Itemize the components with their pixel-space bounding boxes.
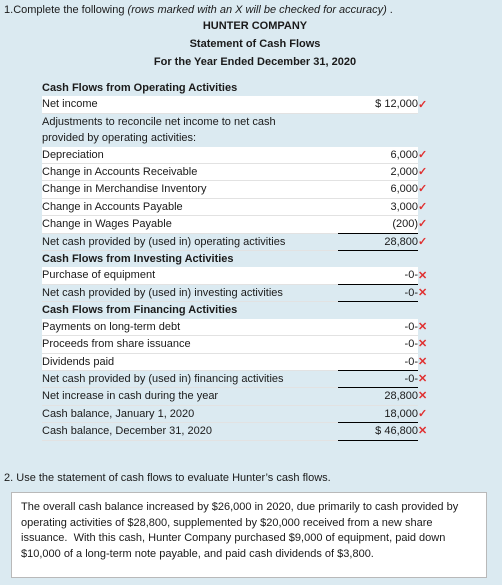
statement-row: Cash balance, January 1, 2020 18,000 ✓	[42, 405, 488, 424]
x-icon: ✕	[418, 320, 428, 333]
answer-text: The overall cash balance increased by $2…	[21, 501, 462, 560]
check-icon: ✓	[418, 200, 428, 213]
x-icon: ✕	[418, 390, 428, 403]
question-1-trailing: .	[386, 4, 393, 16]
question-1-prompt: 1.Complete the following (rows marked wi…	[4, 4, 393, 16]
row-value-cell[interactable]: $ 12,000	[338, 96, 418, 114]
x-icon: ✕	[418, 355, 428, 368]
row-label: Depreciation	[42, 146, 338, 165]
row-label: Cash balance, January 1, 2020	[42, 405, 338, 424]
question-1-italic-note: (rows marked with an X will be checked f…	[127, 4, 387, 16]
row-label: Cash Flows from Operating Activities	[42, 80, 338, 97]
row-value-cell[interactable]: 18,000	[338, 405, 418, 424]
check-icon: ✓	[418, 166, 428, 179]
row-label: Change in Wages Payable	[42, 215, 338, 234]
question-2-number: 2.	[4, 472, 14, 484]
check-icon: ✓	[418, 218, 428, 231]
row-label: Cash Flows from Financing Activities	[42, 301, 338, 319]
row-value-cell	[338, 301, 418, 319]
mark-placeholder	[418, 130, 488, 146]
answer-textbox[interactable]: The overall cash balance increased by $2…	[11, 492, 487, 578]
statement-row: Purchase of equipment -0- ✕	[42, 267, 488, 285]
question-2-text: Use the statement of cash flows to evalu…	[16, 472, 331, 484]
row-value-cell[interactable]: 28,800	[338, 387, 418, 406]
statement-row: Change in Accounts Receivable 2,000 ✓	[42, 163, 488, 182]
statement-title: Statement of Cash Flows	[189, 38, 321, 50]
x-icon: ✕	[418, 338, 428, 351]
statement-row: provided by operating activities:	[42, 130, 488, 147]
row-label: Change in Merchandise Inventory	[42, 180, 338, 199]
row-value-cell[interactable]: 2,000	[338, 163, 418, 182]
row-label: Net income	[42, 96, 338, 114]
statement-row: Net cash provided by (used in) operating…	[42, 233, 488, 252]
x-icon: ✕	[418, 372, 428, 385]
row-value-cell	[338, 113, 418, 131]
row-value-cell[interactable]: -0-	[338, 284, 418, 303]
x-icon: ✕	[418, 269, 428, 282]
row-value-cell[interactable]: 6,000	[338, 180, 418, 199]
row-value-cell[interactable]: 3,000	[338, 198, 418, 217]
check-icon: ✓	[418, 407, 428, 420]
row-label: Net increase in cash during the year	[42, 387, 338, 406]
statement-row: Cash Flows from Investing Activities	[42, 250, 488, 268]
row-value-cell[interactable]: -0-	[338, 335, 418, 354]
row-label: Net cash provided by (used in) financing…	[42, 370, 338, 389]
statement-company-name: HUNTER COMPANY	[202, 20, 308, 32]
row-label: Purchase of equipment	[42, 267, 338, 285]
row-label: Change in Accounts Receivable	[42, 163, 338, 182]
statement-row: Cash Flows from Financing Activities	[42, 301, 488, 319]
cash-flow-statement-table: Cash Flows from Operating Activities Net …	[42, 80, 488, 441]
statement-row: Net increase in cash during the year 28,8…	[42, 387, 488, 406]
statement-row: Change in Merchandise Inventory 6,000 ✓	[42, 180, 488, 199]
statement-row: Change in Wages Payable (200) ✓	[42, 215, 488, 234]
statement-row: Proceeds from share issuance -0- ✕	[42, 335, 488, 354]
question-1-number: 1.	[4, 4, 14, 16]
question-1-text: Complete the following	[13, 4, 128, 16]
statement-period: For the Year Ended December 31, 2020	[153, 56, 357, 68]
statement-row: Net cash provided by (used in) investing…	[42, 284, 488, 303]
row-label: Payments on long-term debt	[42, 318, 338, 337]
cash-flow-statement-body: Cash Flows from Operating Activities Net …	[42, 80, 488, 441]
row-label: Proceeds from share issuance	[42, 335, 338, 354]
mark-placeholder	[418, 80, 488, 96]
row-value-cell[interactable]: 28,800	[338, 233, 418, 252]
row-label: Dividends paid	[42, 353, 338, 371]
row-value-cell[interactable]: 6,000	[338, 146, 418, 165]
statement-row: Payments on long-term debt -0- ✕	[42, 318, 488, 337]
row-value-cell[interactable]: -0-	[338, 353, 418, 371]
row-label: Cash balance, December 31, 2020	[42, 422, 338, 441]
statement-row: Cash Flows from Operating Activities	[42, 80, 488, 97]
row-value-cell	[338, 80, 418, 97]
row-label: Net cash provided by (used in) investing…	[42, 284, 338, 303]
statement-row: Net cash provided by (used in) financing…	[42, 370, 488, 389]
x-icon: ✕	[418, 286, 428, 299]
question-2-prompt: 2. Use the statement of cash flows to ev…	[4, 472, 331, 484]
row-value-cell[interactable]: -0-	[338, 318, 418, 337]
row-value-cell[interactable]: -0-	[338, 267, 418, 285]
statement-row: Net income $ 12,000 ✓	[42, 96, 488, 114]
statement-row: Adjustments to reconcile net income to n…	[42, 113, 488, 131]
row-value-cell[interactable]: (200)	[338, 215, 418, 234]
mark-placeholder	[418, 113, 488, 130]
statement-row: Change in Accounts Payable 3,000 ✓	[42, 198, 488, 217]
statement-row: Depreciation 6,000 ✓	[42, 146, 488, 165]
x-icon: ✕	[418, 425, 428, 438]
row-label: Net cash provided by (used in) operating…	[42, 233, 338, 252]
mark-placeholder	[418, 302, 488, 319]
statement-row: Cash balance, December 31, 2020 $ 46,800 ✕	[42, 422, 488, 441]
row-label: provided by operating activities:	[42, 130, 338, 147]
check-icon: ✓	[418, 148, 428, 161]
check-icon: ✓	[418, 235, 428, 248]
check-icon: ✓	[418, 98, 428, 111]
row-label: Adjustments to reconcile net income to n…	[42, 113, 338, 131]
row-label: Change in Accounts Payable	[42, 198, 338, 217]
row-value-cell	[338, 250, 418, 268]
row-value-cell	[338, 130, 418, 147]
row-label: Cash Flows from Investing Activities	[42, 250, 338, 268]
row-value-cell[interactable]: -0-	[338, 370, 418, 389]
row-value-cell[interactable]: $ 46,800	[338, 422, 418, 441]
statement-row: Dividends paid -0- ✕	[42, 353, 488, 371]
check-icon: ✓	[418, 183, 428, 196]
mark-placeholder	[418, 251, 488, 268]
